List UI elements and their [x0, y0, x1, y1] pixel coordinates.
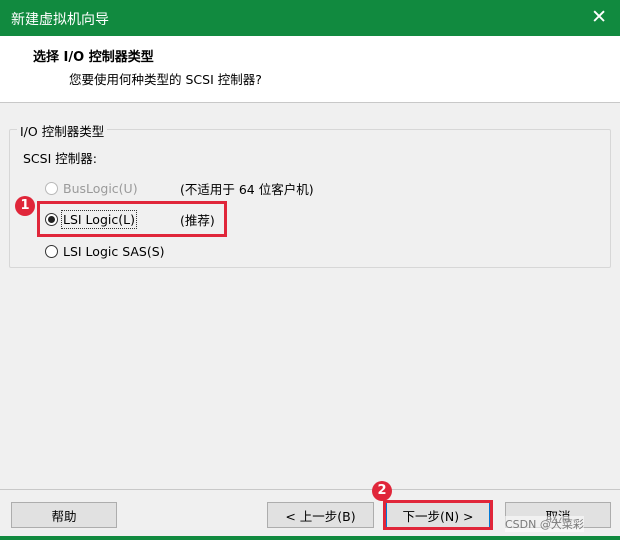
group-legend: I/O 控制器类型	[17, 121, 108, 140]
page-title: 选择 I/O 控制器类型	[33, 50, 154, 65]
radio-label-lsi-logic-sas: LSI Logic SAS(S)	[63, 243, 165, 259]
radio-label-buslogic: BusLogic(U)	[63, 180, 138, 196]
step-badge-2: 2	[372, 481, 392, 501]
close-icon[interactable]: ✕	[591, 5, 607, 29]
radio-option-buslogic[interactable]: BusLogic(U)	[45, 178, 138, 198]
back-button[interactable]: < 上一步(B)	[267, 502, 374, 528]
radio-option-lsi-logic-sas[interactable]: LSI Logic SAS(S)	[45, 241, 165, 261]
window-bottom-edge	[0, 536, 620, 540]
highlight-box-option	[37, 201, 227, 237]
highlight-box-next	[383, 500, 493, 530]
step-badge-1: 1	[15, 196, 35, 216]
title-bar: 新建虚拟机向导 ✕	[0, 0, 620, 36]
radio-button[interactable]	[45, 244, 58, 258]
page-subtitle: 您要使用何种类型的 SCSI 控制器?	[69, 72, 262, 87]
watermark: CSDN @大菜彩	[505, 516, 584, 532]
scsi-controller-label: SCSI 控制器:	[23, 151, 97, 166]
window-title: 新建虚拟机向导	[11, 12, 109, 28]
help-button[interactable]: 帮助	[11, 502, 117, 528]
buslogic-note: (不适用于 64 位客户机)	[180, 182, 314, 197]
radio-button[interactable]	[45, 181, 58, 195]
wizard-header: 选择 I/O 控制器类型 您要使用何种类型的 SCSI 控制器?	[0, 36, 620, 103]
footer-divider	[0, 489, 620, 490]
